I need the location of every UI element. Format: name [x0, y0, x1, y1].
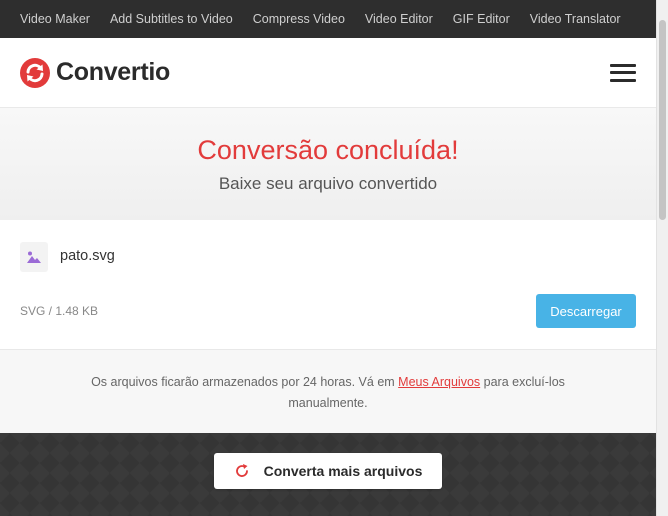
page-subtitle: Baixe seu arquivo convertido: [218, 174, 438, 193]
hero: Conversão concluída! Baixe seu arquivo c…: [0, 108, 656, 220]
logo-text: Convertio: [56, 58, 170, 86]
file-meta: SVG / 1.48 KB: [20, 304, 99, 318]
my-files-link[interactable]: Meus Arquivos: [398, 375, 480, 389]
refresh-icon: [234, 463, 250, 479]
bottom-section: Converta mais arquivos: [0, 433, 656, 516]
image-icon: [27, 251, 41, 263]
page: Video Maker Add Subtitles to Video Compr…: [0, 0, 656, 516]
hamburger-line: [610, 63, 636, 67]
header: Convertio: [0, 38, 656, 108]
nav-video-translator[interactable]: Video Translator: [530, 12, 621, 26]
image-file-icon: [20, 242, 48, 272]
nav-gif-editor[interactable]: GIF Editor: [453, 12, 510, 26]
storage-note: Os arquivos ficarão armazenados por 24 h…: [0, 350, 656, 433]
file-card: pato.svg SVG / 1.48 KB Descarregar: [0, 220, 656, 350]
file-name: pato.svg: [60, 248, 115, 264]
hamburger-line: [610, 71, 636, 74]
top-nav: Video Maker Add Subtitles to Video Compr…: [0, 0, 656, 38]
logo[interactable]: Convertio: [20, 57, 170, 88]
nav-compress-video[interactable]: Compress Video: [253, 12, 345, 26]
convertio-logo-icon: [20, 57, 50, 88]
convert-more-label: Converta mais arquivos: [263, 463, 423, 479]
hamburger-menu-icon[interactable]: [610, 63, 636, 82]
note-text-before: Os arquivos ficarão armazenados por 24 h…: [91, 375, 399, 389]
page-title: Conversão concluída!: [197, 135, 459, 165]
nav-video-maker[interactable]: Video Maker: [20, 12, 90, 26]
download-button[interactable]: Descarregar: [536, 294, 636, 328]
scrollbar[interactable]: [656, 0, 668, 516]
convert-more-button[interactable]: Converta mais arquivos: [214, 453, 442, 489]
nav-video-editor[interactable]: Video Editor: [365, 12, 433, 26]
scrollbar-thumb[interactable]: [659, 20, 666, 220]
nav-add-subtitles[interactable]: Add Subtitles to Video: [110, 12, 233, 26]
hamburger-line: [610, 78, 636, 82]
